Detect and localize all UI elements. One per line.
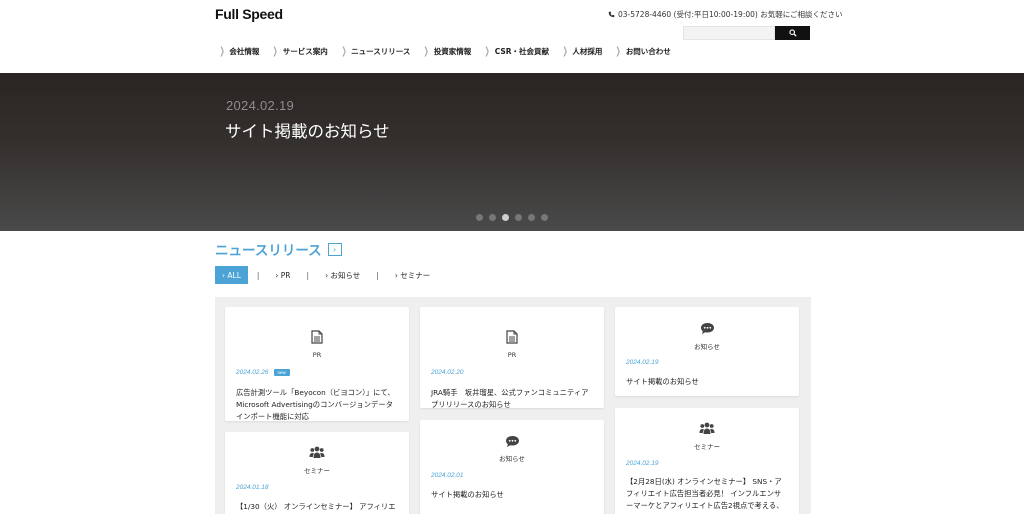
news-card[interactable]: お知らせ 2024.02.01 サイト掲載のお知らせ bbox=[420, 420, 604, 514]
nav-item-news[interactable]: ❯ ニュースリリース bbox=[340, 45, 410, 57]
filter-pr[interactable]: › PR bbox=[268, 266, 297, 284]
search-icon bbox=[788, 29, 797, 37]
card-date: 2024.02.19 bbox=[626, 359, 659, 366]
filter-seminar[interactable]: › セミナー bbox=[388, 266, 437, 284]
document-icon bbox=[506, 330, 518, 344]
card-date: 2024.01.18 bbox=[236, 484, 269, 491]
hero-slider[interactable]: 2024.02.19 サイト掲載のお知らせ bbox=[0, 73, 1024, 231]
chevron-right-icon: ❯ bbox=[562, 45, 568, 57]
card-title[interactable]: 広告計測ツール「Beyocon（ビヨコン）」にて、Microsoft Adver… bbox=[236, 387, 398, 423]
nav-item-company[interactable]: ❯ 会社情報 bbox=[218, 45, 260, 57]
chevron-right-icon: ❯ bbox=[484, 45, 491, 57]
news-card[interactable]: PR 2024.02.20 JRA騎手 坂井瑠星、公式ファンコミュニティアプリリ… bbox=[420, 307, 604, 411]
news-section-heading: ニュースリリース › bbox=[215, 239, 342, 259]
card-category: PR bbox=[507, 351, 517, 359]
chat-bubble-icon bbox=[700, 323, 714, 334]
card-date: 2024.02.26 bbox=[236, 369, 269, 376]
nav-item-recruit[interactable]: ❯ 人材採用 bbox=[561, 45, 603, 57]
nav-item-services[interactable]: ❯ サービス案内 bbox=[271, 45, 328, 57]
news-heading-text: ニュースリリース bbox=[215, 243, 322, 259]
news-filters: › ALL | › PR | › お知らせ | › セミナー bbox=[215, 266, 437, 284]
card-category: お知らせ bbox=[694, 343, 720, 351]
nav-item-contact[interactable]: ❯ お問い合わせ bbox=[614, 45, 671, 57]
group-icon bbox=[699, 422, 715, 434]
filter-separator: | bbox=[306, 270, 310, 280]
filter-all[interactable]: › ALL bbox=[215, 266, 248, 284]
card-date: 2024.02.20 bbox=[431, 369, 464, 376]
chevron-right-icon: ❯ bbox=[341, 45, 347, 57]
chevron-right-icon: ❯ bbox=[219, 45, 225, 57]
phone-icon bbox=[608, 11, 615, 18]
hero-date: 2024.02.19 bbox=[226, 98, 295, 113]
document-icon bbox=[311, 330, 323, 344]
group-icon bbox=[309, 446, 325, 458]
card-title[interactable]: 【1/30（火） オンラインセミナー】 アフィリエ bbox=[236, 501, 398, 513]
card-category: セミナー bbox=[304, 467, 330, 475]
filter-separator: | bbox=[376, 270, 379, 280]
nav-item-csr[interactable]: ❯ CSR・社会貢献 bbox=[483, 46, 549, 57]
slider-dot[interactable] bbox=[541, 214, 548, 221]
chevron-right-icon: ❯ bbox=[616, 45, 622, 57]
card-title[interactable]: サイト掲載のお知らせ bbox=[431, 489, 593, 501]
chat-bubble-icon bbox=[505, 436, 519, 447]
slider-dot[interactable] bbox=[528, 214, 535, 221]
site-header: Full Speed 03-5728-4460 (受付:平日10:00-19:0… bbox=[0, 0, 1024, 73]
news-card[interactable]: お知らせ 2024.02.19 サイト掲載のお知らせ bbox=[615, 307, 799, 396]
news-card[interactable]: PR 2024.02.26 new 広告計測ツール「Beyocon（ビヨコン）」… bbox=[225, 307, 409, 421]
chevron-right-icon: ❯ bbox=[424, 45, 430, 57]
site-logo[interactable]: Full Speed bbox=[215, 6, 283, 22]
card-title[interactable]: サイト掲載のお知らせ bbox=[626, 376, 788, 388]
slider-dot[interactable] bbox=[489, 214, 496, 221]
chevron-right-icon: ❯ bbox=[273, 45, 279, 57]
chevron-right-icon: › bbox=[333, 244, 337, 254]
news-card[interactable]: セミナー 2024.01.18 【1/30（火） オンラインセミナー】 アフィリ… bbox=[225, 432, 409, 514]
card-title[interactable]: JRA騎手 坂井瑠星、公式ファンコミュニティアプリリリースのお知らせ bbox=[431, 387, 593, 411]
slider-dot[interactable] bbox=[476, 214, 483, 221]
filter-separator: | bbox=[256, 270, 260, 280]
card-date: 2024.02.19 bbox=[626, 460, 659, 467]
global-nav: ❯ 会社情報 ❯ サービス案内 ❯ ニュースリリース ❯ 投資家情報 ❯ CSR・社会貢献… bbox=[218, 46, 683, 57]
contact-info: 03-5728-4460 (受付:平日10:00-19:00) お気軽にご相談く… bbox=[608, 9, 843, 20]
card-category: お知らせ bbox=[499, 455, 525, 463]
search-input[interactable] bbox=[683, 26, 775, 40]
card-title[interactable]: 【2月28日(水) オンラインセミナー】 SNS・アフィリエイト広告担当者必見！… bbox=[626, 476, 788, 514]
slider-dots bbox=[476, 214, 548, 221]
slider-dot-active[interactable] bbox=[502, 214, 509, 221]
news-more-button[interactable]: › bbox=[327, 242, 342, 256]
card-category: PR bbox=[312, 351, 322, 359]
filter-notice[interactable]: › お知らせ bbox=[318, 266, 367, 284]
nav-item-ir[interactable]: ❯ 投資家情報 bbox=[422, 46, 471, 57]
search-button[interactable] bbox=[775, 26, 810, 40]
new-badge: new bbox=[273, 369, 290, 376]
hero-title[interactable]: サイト掲載のお知らせ bbox=[225, 118, 390, 142]
contact-text: 03-5728-4460 (受付:平日10:00-19:00) お気軽にご相談く… bbox=[618, 10, 843, 19]
card-category: セミナー bbox=[694, 443, 720, 451]
slider-dot[interactable] bbox=[515, 214, 522, 221]
news-card-panel: PR 2024.02.26 new 広告計測ツール「Beyocon（ビヨコン）」… bbox=[215, 297, 811, 514]
card-date: 2024.02.01 bbox=[431, 472, 464, 479]
news-card[interactable]: セミナー 2024.02.19 【2月28日(水) オンラインセミナー】 SNS… bbox=[615, 408, 799, 514]
